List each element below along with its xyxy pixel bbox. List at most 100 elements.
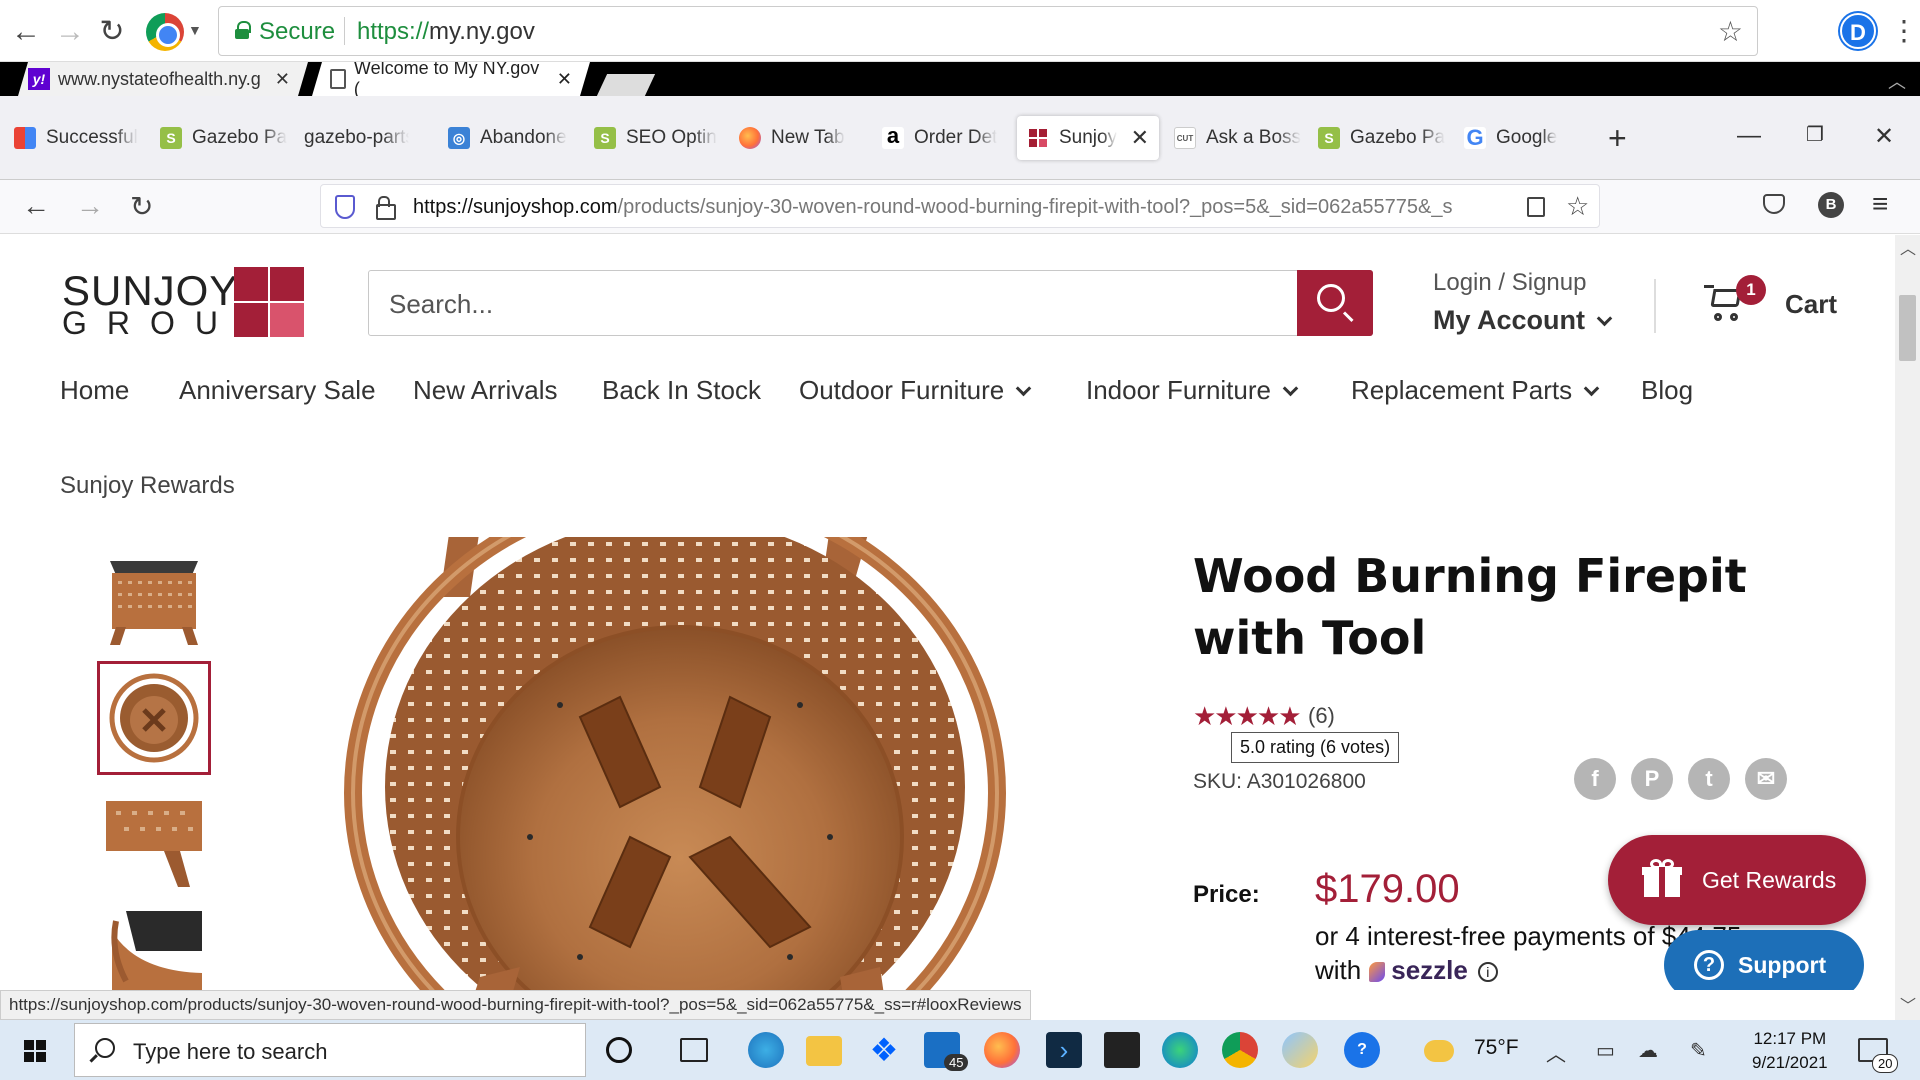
search-button[interactable] — [1297, 270, 1373, 336]
info-icon[interactable]: i — [1477, 962, 1498, 983]
new-tab-button[interactable]: + — [1608, 120, 1627, 157]
reload-icon[interactable]: ↻ — [130, 190, 153, 223]
close-icon[interactable]: ✕ — [1131, 125, 1149, 151]
store-icon[interactable] — [1104, 1032, 1140, 1068]
firefox-profile-avatar[interactable]: B — [1818, 192, 1844, 218]
chrome-back-button[interactable]: ← — [6, 12, 46, 52]
nav-home[interactable]: Home — [60, 375, 129, 406]
taskbar-search[interactable]: Type here to search — [74, 1023, 586, 1077]
chrome-url[interactable]: https://my.ny.gov — [357, 18, 535, 46]
account-menu[interactable]: Login / Signup My Account — [1433, 269, 1613, 336]
sezzle-logo[interactable]: sezzle — [1391, 955, 1468, 985]
close-window-icon[interactable]: ✕ — [1874, 122, 1894, 151]
chrome-forward-button[interactable]: → — [50, 12, 90, 52]
nav-anniversary-sale[interactable]: Anniversary Sale — [179, 375, 376, 406]
nav-new-arrivals[interactable]: New Arrivals — [413, 375, 557, 406]
new-tab-button[interactable] — [596, 74, 656, 96]
firefox-tab[interactable]: S SEO Optin — [594, 118, 717, 158]
taskbar-search-input[interactable]: Type here to search — [133, 1039, 327, 1065]
lock-icon[interactable] — [376, 196, 396, 220]
nav-blog[interactable]: Blog — [1641, 375, 1693, 406]
search-input[interactable]: Search... — [389, 289, 493, 320]
firefox-tab[interactable]: ◎ Abandone — [448, 118, 567, 158]
internet-explorer-icon[interactable] — [748, 1032, 784, 1068]
chrome-menu-icon[interactable]: ⋮ — [1890, 14, 1918, 47]
sunjoy-logo[interactable]: SUNJOY GROUP — [62, 267, 312, 341]
chrome-profile-avatar[interactable]: D — [1840, 13, 1876, 49]
scroll-up-icon[interactable]: ︿ — [1900, 235, 1916, 259]
login-signup-link[interactable]: Login / Signup — [1433, 269, 1610, 297]
windows-start-icon[interactable] — [24, 1040, 46, 1062]
pinterest-icon[interactable]: P — [1631, 758, 1673, 800]
chrome-tab[interactable]: y! www.nystateofhealth.ny.g ✕ — [18, 62, 308, 96]
firefox-tab[interactable]: gazebo-parts- — [304, 118, 409, 158]
onedrive-icon[interactable]: ☁ — [1638, 1038, 1658, 1063]
taskbar-clock[interactable]: 12:17 PM 9/21/2021 — [1752, 1027, 1828, 1075]
chrome-address-bar[interactable]: Secure https://my.ny.gov ☆ — [218, 6, 1758, 56]
chrome-tab-active[interactable]: Welcome to My NY.gov ( ✕ — [312, 62, 590, 96]
chevron-up-icon[interactable]: ︿ — [1546, 1038, 1566, 1067]
url-text[interactable]: https://sunjoyshop.com/products/sunjoy-3… — [413, 196, 1498, 219]
twitter-icon[interactable]: t — [1688, 758, 1730, 800]
close-icon[interactable]: ✕ — [275, 69, 290, 90]
pen-icon[interactable]: ✎ — [1690, 1038, 1707, 1063]
my-account-dropdown[interactable]: My Account — [1433, 305, 1613, 336]
powershell-icon[interactable]: › — [1046, 1032, 1082, 1068]
minimize-icon[interactable]: — — [1737, 122, 1761, 150]
chevron-down-icon[interactable]: ▼ — [188, 22, 202, 38]
scrollbar-thumb[interactable] — [1899, 295, 1916, 361]
product-main-image[interactable] — [330, 537, 1030, 990]
review-count-link[interactable]: (6) — [1308, 703, 1335, 729]
product-thumbnail[interactable] — [106, 791, 202, 887]
firefox-tab[interactable]: CUT Ask a Boss — [1174, 118, 1301, 158]
cart-link[interactable]: Cart — [1785, 289, 1837, 320]
nav-replacement-parts[interactable]: Replacement Parts — [1351, 375, 1600, 406]
meet-now-icon[interactable]: ▭ — [1596, 1038, 1615, 1063]
forward-icon[interactable]: → — [76, 190, 104, 222]
shield-icon[interactable] — [335, 195, 355, 219]
bookmark-star-icon[interactable]: ☆ — [1566, 191, 1589, 222]
nav-outdoor-furniture[interactable]: Outdoor Furniture — [799, 375, 1032, 406]
firefox-address-bar[interactable]: https://sunjoyshop.com/products/sunjoy-3… — [320, 184, 1600, 228]
firefox-tab[interactable]: Successful — [14, 118, 138, 158]
close-icon[interactable]: ✕ — [557, 69, 572, 90]
page-scrollbar[interactable]: ︿ ﹀ — [1895, 235, 1920, 1020]
back-icon[interactable]: ← — [22, 190, 50, 222]
edge-icon[interactable] — [1162, 1032, 1198, 1068]
email-icon[interactable]: ✉ — [1745, 758, 1787, 800]
product-thumbnail-selected[interactable] — [97, 661, 211, 775]
firefox-tab[interactable]: S Gazebo Pa — [1318, 118, 1445, 158]
dropbox-icon[interactable]: ❖ — [866, 1032, 902, 1068]
paint-icon[interactable] — [1282, 1032, 1318, 1068]
pocket-icon[interactable] — [1763, 194, 1785, 214]
firefox-tab[interactable]: New Tab — [739, 118, 845, 158]
firefox-tab[interactable]: a Order Det — [882, 118, 997, 158]
nav-sunjoy-rewards[interactable]: Sunjoy Rewards — [60, 472, 235, 500]
firefox-tab-active[interactable]: Sunjoy ✕ — [1017, 116, 1159, 160]
chrome-logo-icon[interactable] — [146, 13, 184, 51]
chrome-reload-button[interactable]: ↻ — [92, 12, 132, 52]
task-view-icon[interactable] — [680, 1038, 708, 1062]
support-button[interactable]: ? Support — [1664, 930, 1864, 990]
restore-icon[interactable]: ❐ — [1806, 122, 1824, 147]
rating-stars[interactable]: ★★★★★ — [1193, 701, 1302, 732]
search-bar[interactable]: Search... — [368, 270, 1373, 336]
firefox-tab[interactable]: S Gazebo Pa — [160, 118, 287, 158]
scroll-down-icon[interactable]: ﹀ — [1900, 992, 1916, 1016]
firefox-tab[interactable]: G Google — [1464, 118, 1557, 158]
facebook-icon[interactable]: f — [1574, 758, 1616, 800]
help-app-icon[interactable]: ? — [1344, 1032, 1380, 1068]
file-explorer-icon[interactable] — [806, 1036, 842, 1066]
cortana-icon[interactable] — [606, 1037, 632, 1063]
bookmark-star-icon[interactable]: ☆ — [1718, 15, 1743, 48]
get-rewards-button[interactable]: Get Rewards — [1608, 835, 1866, 925]
nav-indoor-furniture[interactable]: Indoor Furniture — [1086, 375, 1299, 406]
reader-view-icon[interactable] — [1527, 197, 1545, 217]
product-thumbnail[interactable] — [106, 911, 202, 990]
chevron-up-icon[interactable]: ︿ — [1888, 68, 1906, 94]
weather-temperature[interactable]: 75°F — [1474, 1036, 1519, 1060]
chrome-icon[interactable] — [1222, 1032, 1258, 1068]
hamburger-menu-icon[interactable]: ≡ — [1872, 188, 1888, 220]
product-thumbnail[interactable] — [106, 549, 202, 645]
nav-back-in-stock[interactable]: Back In Stock — [602, 375, 761, 406]
